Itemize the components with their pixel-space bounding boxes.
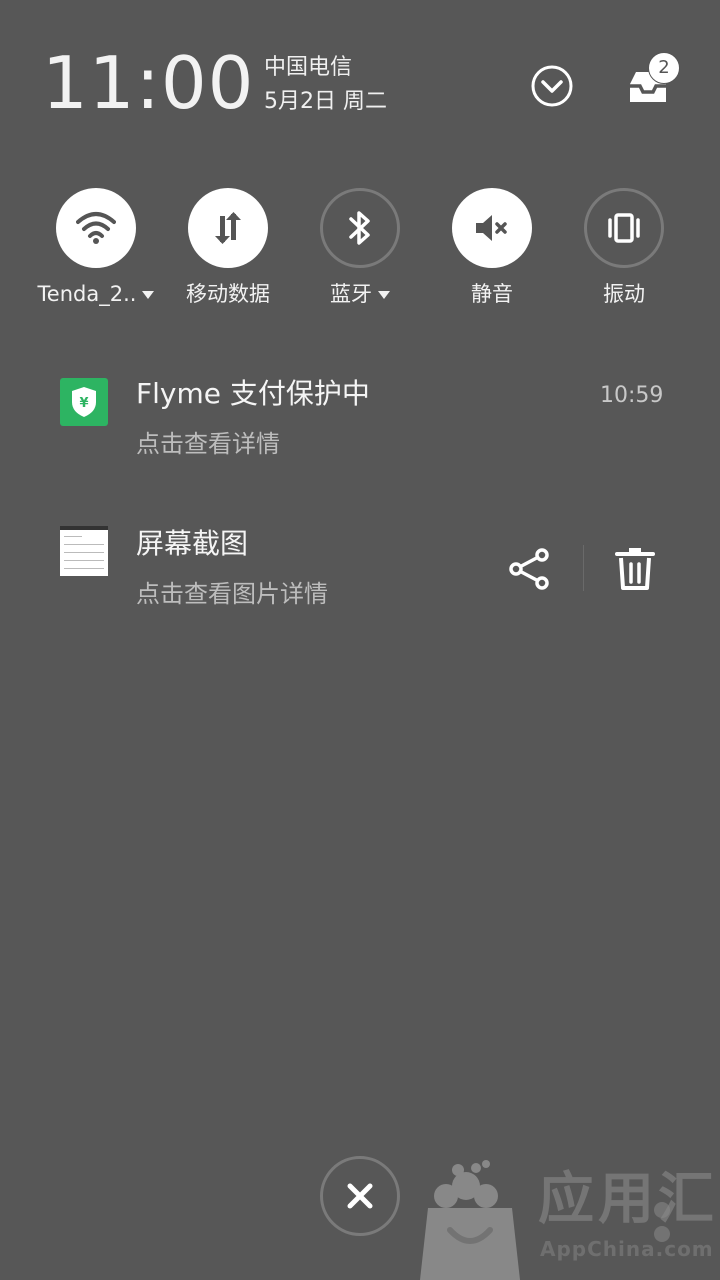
carrier-name: 中国电信 <box>264 55 353 80</box>
clear-all-notifications-button[interactable] <box>320 1156 400 1236</box>
vibrate-toggle[interactable] <box>584 188 664 268</box>
vibrate-toggle-label: 振动 <box>603 282 645 306</box>
expand-button[interactable] <box>524 58 580 114</box>
mobile-data-toggle[interactable] <box>188 188 268 268</box>
bluetooth-icon <box>349 211 370 245</box>
inbox-count-badge: 2 <box>648 52 680 84</box>
notification-time: 10:59 <box>600 383 664 408</box>
wifi-icon <box>76 212 116 244</box>
chevron-down-circle-icon <box>531 65 573 107</box>
dropdown-caret-icon[interactable] <box>378 291 390 299</box>
mute-toggle-label: 静音 <box>471 282 513 306</box>
watermark-text: 应用汇 <box>538 1167 718 1232</box>
close-icon <box>347 1183 373 1209</box>
dropdown-caret-icon[interactable] <box>142 291 155 299</box>
wifi-toggle-label[interactable]: Tenda_2.. <box>30 280 162 308</box>
delete-button[interactable] <box>610 544 660 594</box>
delete-icon <box>615 548 655 590</box>
mute-toggle[interactable] <box>452 188 532 268</box>
share-button[interactable] <box>506 544 556 594</box>
mobile-data-toggle-label: 移动数据 <box>186 282 270 306</box>
date: 5月2日 周二 <box>264 89 387 114</box>
svg-text:¥: ¥ <box>79 396 88 411</box>
payment-shield-icon: ¥ <box>60 378 108 426</box>
notification-title: Flyme 支付保护中 <box>136 377 370 410</box>
screenshot-thumbnail <box>60 526 108 576</box>
clock: 11:00 <box>42 41 255 125</box>
share-icon <box>509 548 549 590</box>
wifi-toggle[interactable] <box>56 188 136 268</box>
notification-title: 屏幕截图 <box>136 527 249 560</box>
notification-subtitle: 点击查看详情 <box>136 430 280 458</box>
bluetooth-toggle[interactable] <box>320 188 400 268</box>
notification-subtitle: 点击查看图片详情 <box>136 580 328 608</box>
action-divider <box>583 545 584 591</box>
watermark-subtext: AppChina.com <box>540 1237 714 1261</box>
bluetooth-toggle-label[interactable]: 蓝牙 <box>294 280 426 308</box>
mute-icon <box>476 215 507 241</box>
mobile-data-icon <box>215 212 241 244</box>
vibrate-icon <box>608 213 640 243</box>
